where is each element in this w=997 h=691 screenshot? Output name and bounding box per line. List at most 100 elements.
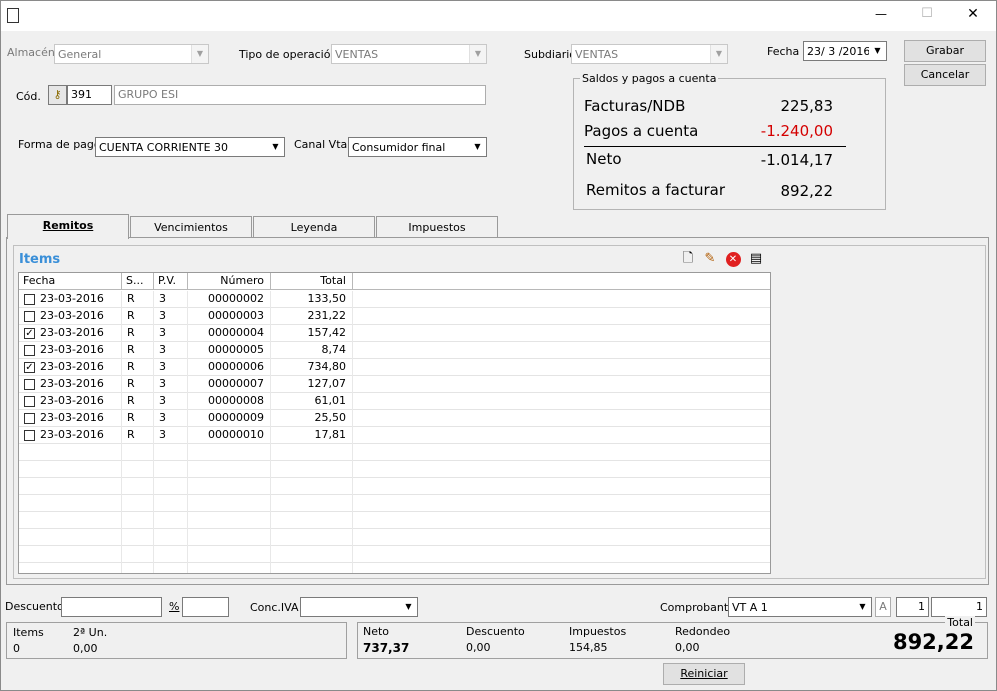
cell-s	[122, 461, 154, 478]
tab-leyenda[interactable]: Leyenda	[253, 216, 375, 238]
row-checkbox[interactable]	[24, 430, 35, 441]
cell-numero	[188, 563, 271, 573]
delete-icon[interactable]: ✕	[723, 250, 743, 268]
cell-s: R	[122, 427, 154, 444]
subdiario-select[interactable]: VENTAS ▼	[571, 44, 728, 64]
table-row[interactable]: 23-03-2016 R 3 00000004 157,42 ✓	[19, 325, 770, 342]
forma-pago-value: CUENTA CORRIENTE 30	[99, 141, 229, 154]
cell-fecha	[19, 529, 122, 546]
descuento-input[interactable]	[61, 597, 162, 617]
cell-total	[271, 478, 353, 495]
column-header-s[interactable]: S...	[122, 273, 154, 290]
cell-total: 133,50	[271, 291, 353, 308]
minimize-button[interactable]: —	[867, 7, 895, 21]
row-checkbox[interactable]	[24, 413, 35, 424]
cell-pv	[154, 461, 188, 478]
reiniciar-button[interactable]: Reiniciar	[663, 663, 745, 685]
fecha-picker[interactable]: 23/ 3 /2016 ▼	[803, 41, 887, 61]
grabar-button[interactable]: Grabar	[904, 40, 986, 62]
numero-input[interactable]: 1	[931, 597, 987, 617]
cell-numero	[188, 495, 271, 512]
tab-vencimientos[interactable]: Vencimientos	[130, 216, 252, 238]
table-row[interactable]: 23-03-2016 R 3 00000007 127,07	[19, 376, 770, 393]
close-button[interactable]: ✕	[959, 6, 987, 22]
tab-label: Impuestos	[408, 221, 466, 234]
tab-label: Vencimientos	[154, 221, 228, 234]
percent-input[interactable]	[182, 597, 229, 617]
row-checkbox[interactable]	[24, 396, 35, 407]
cell-pv: 3	[154, 325, 188, 342]
table-row[interactable]: 23-03-2016 R 3 00000009 25,50	[19, 410, 770, 427]
forma-pago-select[interactable]: CUENTA CORRIENTE 30 ▼	[95, 137, 285, 157]
cell-total: 157,42	[271, 325, 353, 342]
row-checkbox[interactable]	[24, 311, 35, 322]
table-row[interactable]: 23-03-2016 R 3 00000008 61,01	[19, 393, 770, 410]
items-summary-panel: Items 0 2ª Un. 0,00	[6, 622, 347, 659]
cancelar-button[interactable]: Cancelar	[904, 64, 986, 86]
column-header-numero[interactable]: Número	[188, 273, 271, 290]
comprobante-select[interactable]: VT A 1 ▼	[728, 597, 872, 617]
cell-numero	[188, 546, 271, 563]
chevron-down-icon: ▼	[869, 42, 886, 60]
cell-pv: 3	[154, 359, 188, 376]
chevron-down-icon: ▼	[710, 45, 727, 63]
neto-value: -1.014,17	[760, 151, 833, 169]
items-grid[interactable]: Fecha S... P.V. Número Total 23-03-2016 R…	[18, 272, 771, 574]
subdiario-label: Subdiario	[524, 48, 577, 61]
cell-numero	[188, 444, 271, 461]
table-row[interactable]: 23-03-2016 R 3 00000003 231,22	[19, 308, 770, 325]
tab-remitos[interactable]: Remitos	[7, 214, 129, 239]
cod-label: Cód.	[16, 90, 41, 103]
new-document-icon[interactable]: 🗋	[678, 250, 698, 268]
tipo-operacion-select[interactable]: VENTAS ▼	[331, 44, 487, 64]
row-checkbox[interactable]: ✓	[24, 328, 35, 339]
neto-label: Neto	[586, 150, 622, 168]
row-checkbox[interactable]	[24, 379, 35, 390]
cod-input[interactable]: 391	[67, 85, 112, 105]
row-checkbox[interactable]: ✓	[24, 362, 35, 373]
cell-s	[122, 546, 154, 563]
cell-total: 61,01	[271, 393, 353, 410]
table-row[interactable]: 23-03-2016 R 3 00000002 133,50	[19, 291, 770, 308]
table-row[interactable]: 23-03-2016 R 3 00000005 8,74	[19, 342, 770, 359]
cell-numero: 00000002	[188, 291, 271, 308]
cell-s	[122, 512, 154, 529]
properties-icon[interactable]: ▤	[746, 250, 766, 268]
cell-total	[271, 444, 353, 461]
cell-total	[271, 461, 353, 478]
cod-lookup-button[interactable]: ⚷	[48, 85, 67, 105]
segunda-unidad-label: 2ª Un.	[73, 626, 108, 639]
edit-icon[interactable]: ✎	[700, 250, 720, 268]
cell-pv	[154, 444, 188, 461]
column-header-total[interactable]: Total	[271, 273, 353, 290]
cell-numero	[188, 529, 271, 546]
cell-numero: 00000006	[188, 359, 271, 376]
tab-label: Leyenda	[290, 221, 338, 234]
descuento-total-label: Descuento	[466, 625, 525, 638]
conc-iva-select[interactable]: ▼	[300, 597, 418, 617]
almacen-select[interactable]: General ▼	[54, 44, 209, 64]
row-checkbox[interactable]	[24, 294, 35, 305]
cell-pv	[154, 563, 188, 573]
cell-total	[271, 563, 353, 573]
column-header-pv[interactable]: P.V.	[154, 273, 188, 290]
cell-s: R	[122, 410, 154, 427]
cell-fecha	[19, 495, 122, 512]
table-row[interactable]: 23-03-2016 R 3 00000006 734,80 ✓	[19, 359, 770, 376]
cell-numero: 00000005	[188, 342, 271, 359]
row-checkbox[interactable]	[24, 345, 35, 356]
table-row	[19, 512, 770, 529]
tipo-operacion-value: VENTAS	[335, 48, 379, 61]
maximize-button[interactable]: ☐	[913, 6, 941, 21]
pagos-label: Pagos a cuenta	[584, 122, 699, 140]
tab-impuestos[interactable]: Impuestos	[376, 216, 498, 238]
table-row[interactable]: 23-03-2016 R 3 00000010 17,81	[19, 427, 770, 444]
column-header-fecha[interactable]: Fecha	[19, 273, 122, 290]
impuestos-total-label: Impuestos	[569, 625, 627, 638]
cell-total: 231,22	[271, 308, 353, 325]
cell-pv: 3	[154, 410, 188, 427]
punto-venta-input[interactable]: 1	[896, 597, 929, 617]
canal-vta-select[interactable]: Consumidor final ▼	[348, 137, 487, 157]
cell-numero: 00000004	[188, 325, 271, 342]
chevron-down-icon: ▼	[469, 138, 486, 156]
